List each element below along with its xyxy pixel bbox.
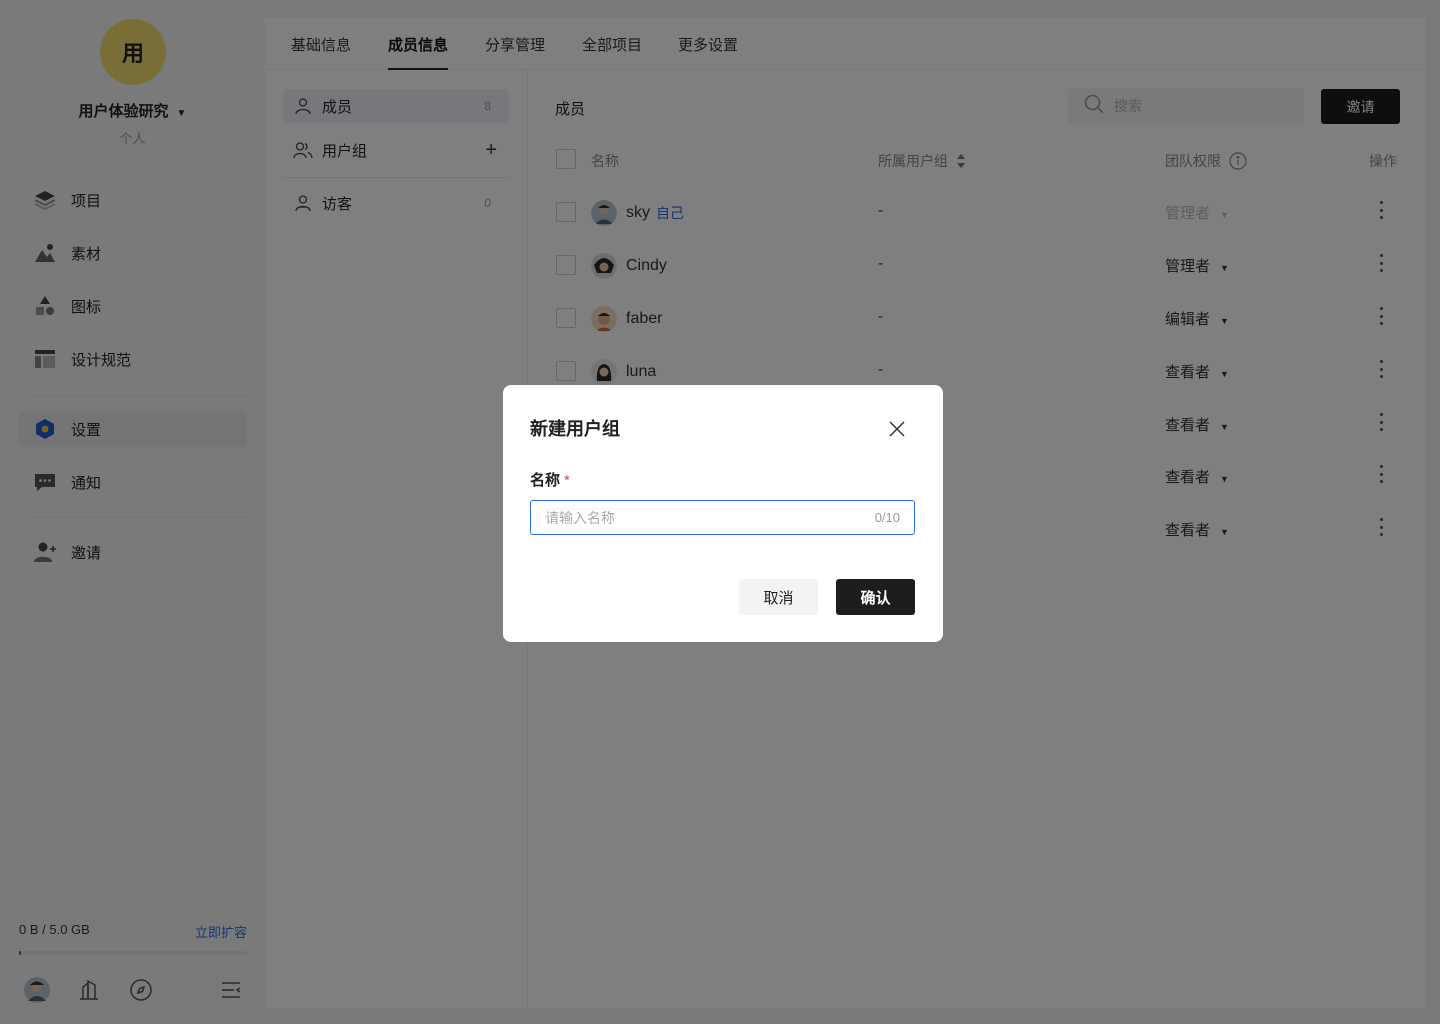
dialog-title: 新建用户组 [530,419,620,439]
name-field-label-text: 名称 [530,472,561,489]
char-counter: 0/10 [874,510,900,525]
cancel-button[interactable]: 取消 [739,579,818,615]
name-field[interactable]: 0/10 [530,500,915,535]
confirm-button[interactable]: 确认 [836,579,915,615]
required-mark: * [564,472,570,489]
name-field-label: 名称 * [530,469,570,490]
new-user-group-dialog: 新建用户组 名称* 0/10 取消 确认 [503,385,943,642]
close-icon[interactable] [887,419,907,439]
group-name-input[interactable] [545,509,875,526]
